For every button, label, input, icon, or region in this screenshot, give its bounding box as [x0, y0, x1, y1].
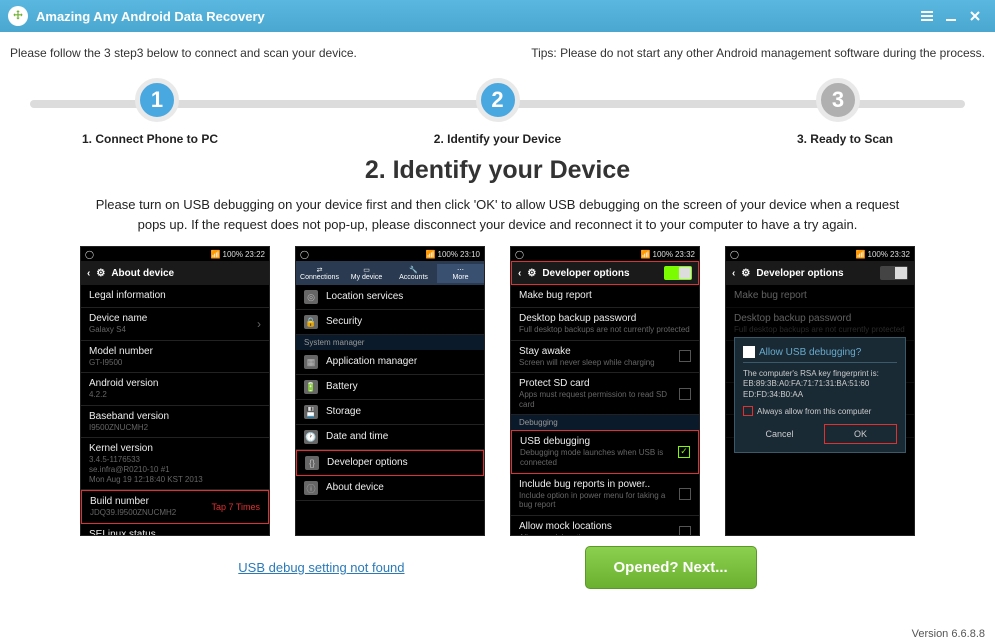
gear-icon: ⚙ [741, 268, 750, 279]
app-logo-icon [8, 6, 28, 26]
usb-debug-not-found-link[interactable]: USB debug setting not found [238, 560, 404, 575]
step-labels: 1. Connect Phone to PC 2. Identify your … [0, 132, 995, 146]
instructions-tips: Tips: Please do not start any other Andr… [531, 46, 985, 60]
chevron-right-icon: › [257, 317, 261, 331]
step-3-label: 3. Ready to Scan [755, 132, 935, 146]
usb-debugging-dialog: Allow USB debugging? The computer's RSA … [734, 337, 906, 453]
developer-icon: {} [305, 456, 319, 470]
connections-icon: ⇄ [296, 266, 343, 274]
menu-button[interactable] [915, 4, 939, 28]
step-2-label: 2. Identify your Device [408, 132, 588, 146]
phone-screenshots: ◯📶100%23:22 ‹⚙About device Legal informa… [0, 246, 995, 536]
step-1-circle: 1 [135, 78, 179, 122]
dialog-ok: OK [824, 424, 897, 444]
bottom-bar: USB debug setting not found Opened? Next… [0, 546, 995, 589]
toggle-icon [664, 266, 692, 280]
page-heading: 2. Identify your Device [0, 156, 995, 185]
step-2-circle: 2 [476, 78, 520, 122]
mydevice-icon: ▭ [343, 266, 390, 274]
back-icon: ‹ [87, 268, 90, 279]
battery-icon: 🔋 [304, 380, 318, 394]
page-description: Please turn on USB debugging on your dev… [0, 195, 995, 234]
version-label: Version 6.6.8.8 [912, 628, 985, 640]
gear-icon: ⚙ [96, 268, 105, 279]
minimize-button[interactable] [939, 4, 963, 28]
dialog-cancel: Cancel [743, 424, 816, 444]
info-icon: ⓘ [304, 481, 318, 495]
lock-icon: 🔒 [304, 315, 318, 329]
step-1-label: 1. Connect Phone to PC [60, 132, 240, 146]
gear-icon: ⚙ [527, 268, 536, 279]
storage-icon: 💾 [304, 405, 318, 419]
phone-screenshot-1: ◯📶100%23:22 ‹⚙About device Legal informa… [80, 246, 270, 536]
instructions-left: Please follow the 3 step3 below to conne… [10, 46, 357, 60]
phone-screenshot-4: ◯📶100%23:32 ‹⚙Developer options Make bug… [725, 246, 915, 536]
step-3-circle: 3 [816, 78, 860, 122]
more-icon: ⋯ [437, 266, 484, 274]
dialog-icon [743, 346, 755, 358]
phone-screenshot-2: ◯📶100%23:10 ⇄Connections ▭My device 🔧Acc… [295, 246, 485, 536]
close-button[interactable] [963, 4, 987, 28]
toggle-icon [880, 266, 908, 280]
location-icon: ◎ [304, 290, 318, 304]
opened-next-button[interactable]: Opened? Next... [585, 546, 757, 589]
app-title: Amazing Any Android Data Recovery [36, 9, 915, 24]
checkbox-icon [743, 406, 753, 416]
checkbox-checked-icon: ✓ [678, 446, 690, 458]
accounts-icon: 🔧 [390, 266, 437, 274]
clock-icon: 🕐 [304, 430, 318, 444]
progress-steps: 1 2 3 [20, 78, 975, 128]
instructions-row: Please follow the 3 step3 below to conne… [0, 32, 995, 68]
apps-icon: ▦ [304, 355, 318, 369]
titlebar: Amazing Any Android Data Recovery [0, 0, 995, 32]
phone-screenshot-3: ◯📶100%23:32 ‹⚙Developer options Make bug… [510, 246, 700, 536]
